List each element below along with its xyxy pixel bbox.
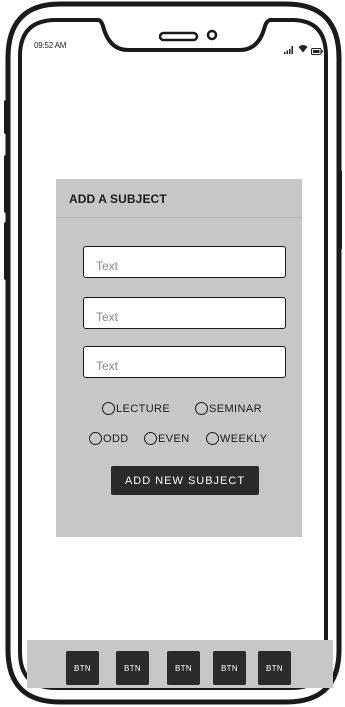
radio-lecture[interactable]: LECTURE bbox=[102, 402, 170, 415]
radio-circle-icon bbox=[195, 402, 208, 415]
status-time: 09:52 AM bbox=[34, 41, 67, 50]
radio-even-label: EVEN bbox=[158, 432, 190, 445]
radio-circle-icon bbox=[206, 432, 219, 445]
radio-weekly[interactable]: WEEKLY bbox=[206, 432, 267, 445]
bottom-nav-button-3[interactable]: BTN bbox=[167, 651, 200, 685]
radio-circle-icon bbox=[102, 402, 115, 415]
radio-circle-icon bbox=[144, 432, 157, 445]
radio-seminar[interactable]: SEMINAR bbox=[195, 402, 262, 415]
bottom-nav-button-5[interactable]: BTN bbox=[258, 651, 291, 685]
radio-lecture-label: LECTURE bbox=[116, 402, 171, 415]
add-subject-card: ADD A SUBJECT LECTURE SEMINAR ODD EVEN W… bbox=[56, 179, 302, 537]
radio-seminar-label: SEMINAR bbox=[209, 402, 262, 415]
card-header: ADD A SUBJECT bbox=[56, 179, 302, 218]
status-icons bbox=[284, 40, 324, 55]
subject-input-1[interactable] bbox=[83, 246, 286, 278]
battery-icon bbox=[311, 42, 323, 60]
bottom-nav: BTN BTN BTN BTN BTN bbox=[27, 640, 333, 688]
radio-odd[interactable]: ODD bbox=[89, 432, 129, 445]
subject-input-2[interactable] bbox=[83, 297, 286, 329]
radio-circle-icon bbox=[89, 432, 102, 445]
radio-weekly-label: WEEKLY bbox=[220, 432, 268, 445]
wifi-icon bbox=[298, 40, 308, 58]
bottom-nav-button-2[interactable]: BTN bbox=[116, 651, 149, 685]
add-new-subject-button[interactable]: ADD NEW SUBJECT bbox=[111, 466, 259, 495]
card-title: ADD A SUBJECT bbox=[69, 192, 167, 206]
bottom-nav-button-1[interactable]: BTN bbox=[66, 651, 99, 685]
bottom-nav-button-4[interactable]: BTN bbox=[213, 651, 246, 685]
subject-input-3[interactable] bbox=[83, 346, 286, 378]
signal-icon bbox=[284, 41, 294, 59]
radio-odd-label: ODD bbox=[103, 432, 129, 445]
radio-even[interactable]: EVEN bbox=[144, 432, 190, 445]
